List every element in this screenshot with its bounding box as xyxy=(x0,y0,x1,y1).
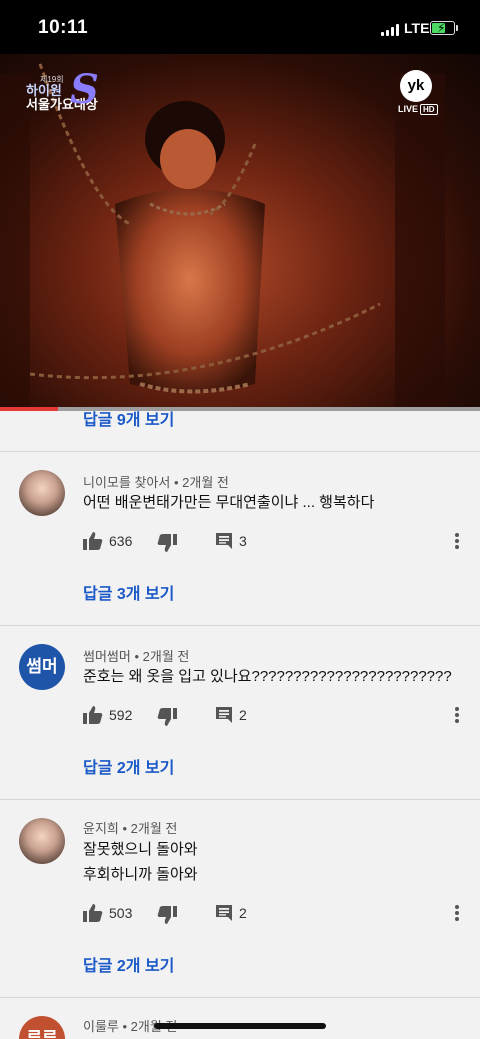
status-time: 10:11 xyxy=(38,17,89,38)
network-type: LTE xyxy=(404,20,430,36)
hd-badge: HD xyxy=(420,104,438,115)
battery-tip xyxy=(456,25,458,31)
live-hd-label: LIVE HD xyxy=(398,104,438,115)
reply-button[interactable]: 3 xyxy=(215,532,247,550)
comment-line: 잘못했으니 돌아와 xyxy=(83,841,198,858)
comment-text: 잘못했으니 돌아와 후회하니까 돌아와 xyxy=(83,837,198,887)
comment-time: 2개월 전 xyxy=(182,475,229,490)
divider xyxy=(0,799,480,800)
divider xyxy=(0,997,480,998)
like-count: 636 xyxy=(109,533,133,549)
like-count: 592 xyxy=(109,707,133,723)
comment-meta: 썸머썸머 • 2개월 전 xyxy=(83,649,190,664)
comment-actions: 592 2 xyxy=(83,706,473,726)
more-vert-icon[interactable] xyxy=(454,706,460,726)
comment-icon xyxy=(216,707,232,723)
like-button[interactable]: 636 xyxy=(83,532,132,550)
comment-line: 준호는 왜 옷을 입고 있나요???????????????????????? xyxy=(83,668,452,685)
comment-text: 준호는 왜 옷을 입고 있나요???????????????????????? xyxy=(83,664,452,689)
comment-author[interactable]: 썸머썸머 xyxy=(83,649,131,664)
comment-icon xyxy=(216,533,232,549)
charging-bolt-icon: ⚡ xyxy=(437,21,446,35)
comment-author[interactable]: 이룰루 xyxy=(83,1019,119,1034)
dislike-button[interactable] xyxy=(157,906,177,924)
thumb-up-icon xyxy=(83,532,103,550)
comment-actions: 503 2 xyxy=(83,904,473,924)
like-count: 503 xyxy=(109,905,133,921)
reply-count: 2 xyxy=(239,707,247,723)
comment-author[interactable]: 윤지희 xyxy=(83,821,119,836)
avatar[interactable]: 루루 xyxy=(19,1016,65,1039)
thumb-down-icon xyxy=(157,534,177,552)
thumb-up-icon xyxy=(83,904,103,922)
comment-actions: 636 3 xyxy=(83,532,473,552)
status-bar: 10:11 LTE ⚡ xyxy=(0,0,480,54)
reply-count: 2 xyxy=(239,905,247,921)
comment-line: 어떤 배운변태가만든 무대연출이냐 ... 행복하다 xyxy=(83,494,375,511)
video-progress-fill xyxy=(0,407,58,411)
thumb-down-icon xyxy=(157,906,177,924)
more-vert-icon[interactable] xyxy=(454,904,460,924)
dislike-button[interactable] xyxy=(157,708,177,726)
comment-text: 어떤 배운변태가만든 무대연출이냐 ... 행복하다 xyxy=(83,490,374,515)
comment-time: 2개월 전 xyxy=(142,649,190,664)
home-indicator xyxy=(154,1023,326,1029)
reply-count: 3 xyxy=(239,533,247,549)
comment-line: 후회하니까 돌아와 xyxy=(83,866,198,883)
divider xyxy=(0,625,480,626)
video-player[interactable]: 제19회 하이원 서울가요대상 S yk LIVE HD xyxy=(0,54,480,410)
video-progress-bar[interactable] xyxy=(0,407,480,411)
comment-time: 2개월 전 xyxy=(130,821,178,836)
reply-button[interactable]: 2 xyxy=(215,904,247,922)
thumb-up-icon xyxy=(83,706,103,724)
view-replies-link[interactable]: 답글 3개 보기 xyxy=(83,580,174,604)
reply-button[interactable]: 2 xyxy=(215,706,247,724)
avatar[interactable] xyxy=(19,470,65,516)
view-replies-link[interactable]: 답글 9개 보기 xyxy=(83,406,174,430)
comment-meta: 니이모를 찾아서 • 2개월 전 xyxy=(83,475,229,490)
cellular-signal-icon xyxy=(381,24,399,36)
divider xyxy=(0,451,480,452)
avatar[interactable] xyxy=(19,818,65,864)
comment-icon xyxy=(216,905,232,921)
dislike-button[interactable] xyxy=(157,534,177,552)
like-button[interactable]: 592 xyxy=(83,706,132,724)
avatar[interactable]: 썸머 xyxy=(19,644,65,690)
comment-meta: 윤지희 • 2개월 전 xyxy=(83,821,178,836)
logo-s-mark: S xyxy=(70,66,99,113)
more-vert-icon[interactable] xyxy=(454,532,460,552)
thumb-down-icon xyxy=(157,708,177,726)
view-replies-link[interactable]: 답글 2개 보기 xyxy=(83,754,174,778)
view-replies-link[interactable]: 답글 2개 보기 xyxy=(83,952,174,976)
like-button[interactable]: 503 xyxy=(83,904,132,922)
comment-author[interactable]: 니이모를 찾아서 xyxy=(83,475,170,490)
live-text: LIVE xyxy=(398,104,419,114)
channel-badge: yk xyxy=(400,70,432,102)
